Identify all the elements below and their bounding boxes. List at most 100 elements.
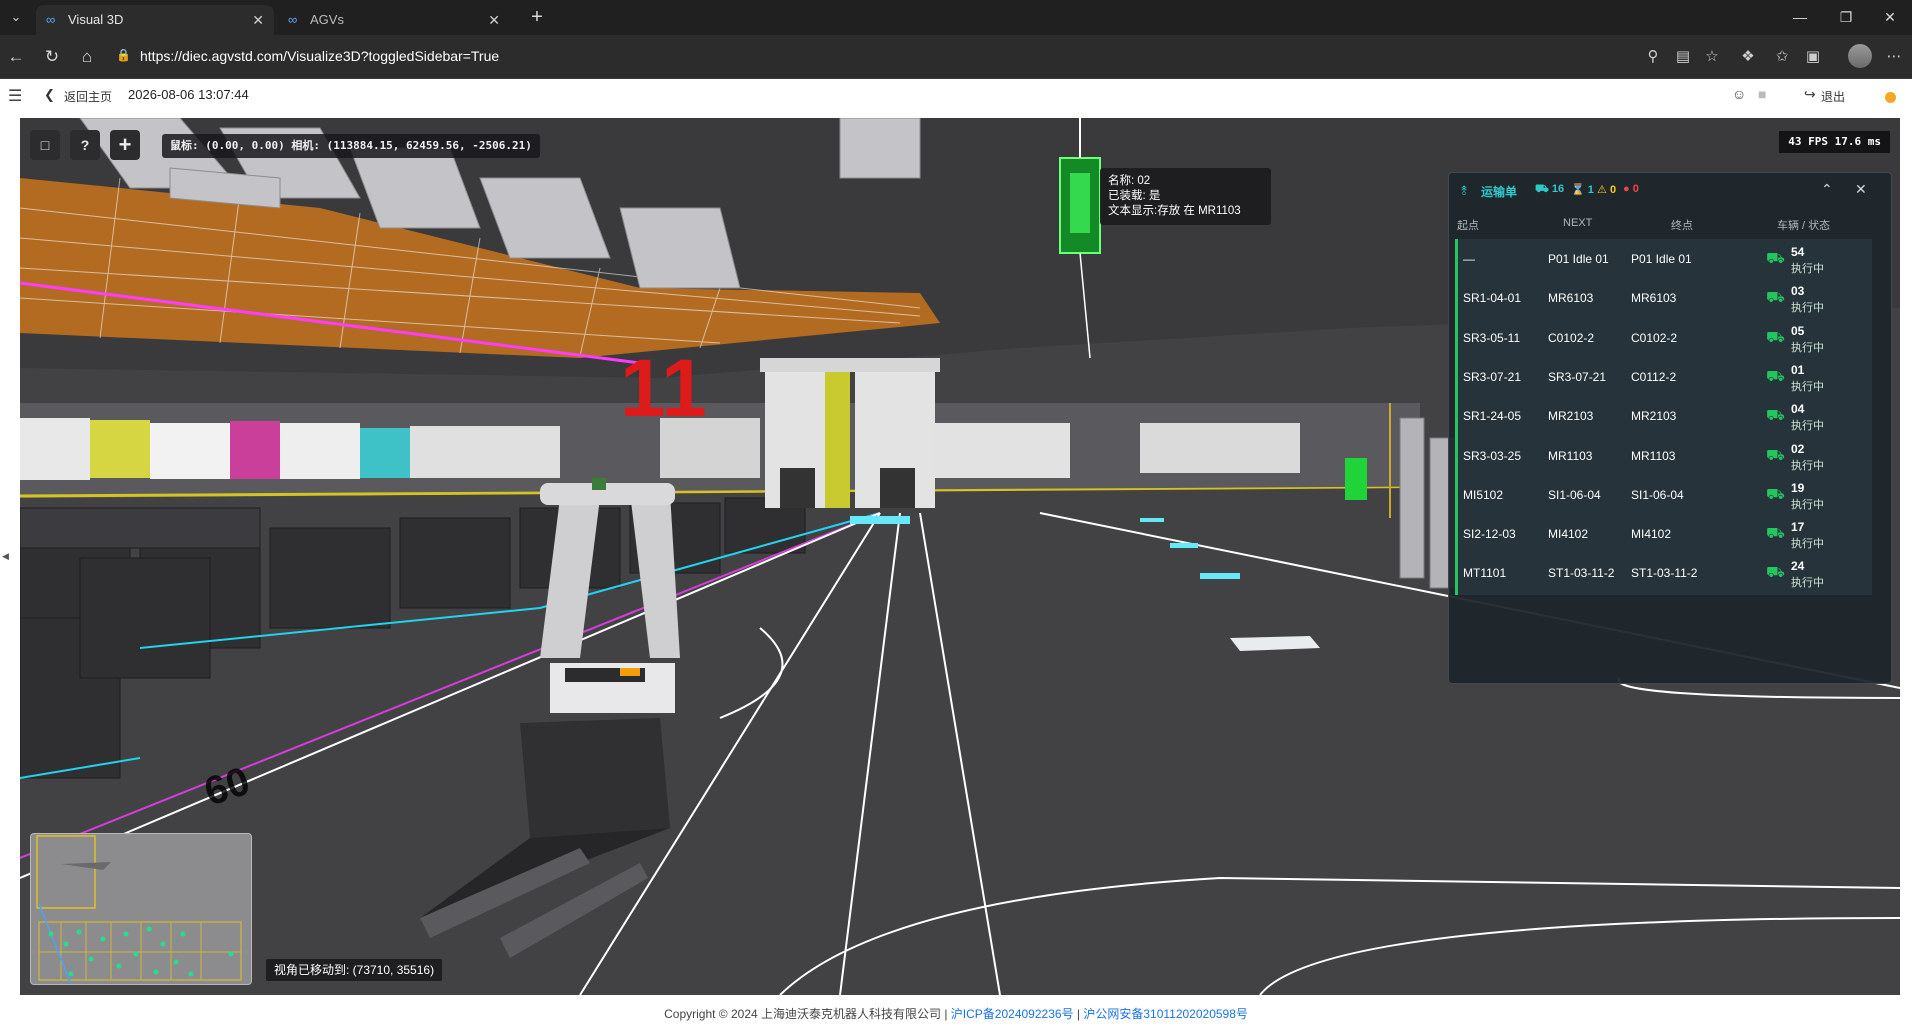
order-next: MR6103	[1548, 291, 1594, 306]
order-end: C0102-2	[1631, 330, 1678, 345]
minimap[interactable]	[30, 833, 252, 985]
order-row[interactable]: SI2-12-03 MI4102 MI4102 ⛟ 17 执行中	[1455, 514, 1872, 557]
url-text[interactable]: https://diec.agvstd.com/Visualize3D?togg…	[140, 41, 499, 72]
order-row[interactable]: SR3-05-11 C0102-2 C0102-2 ⛟ 05 执行中	[1455, 317, 1872, 360]
sidebar-toggle-icon[interactable]: ◀	[2, 551, 9, 562]
tab-menu-icon[interactable]: ⌄	[4, 6, 28, 28]
order-vehicle-id: 04	[1791, 402, 1805, 417]
star-icon[interactable]: ☆	[1700, 45, 1724, 69]
monitor-icon[interactable]: ■	[1758, 86, 1766, 102]
tab-visual-3d[interactable]: ∞ Visual 3D ✕	[36, 5, 274, 35]
help-button[interactable]: ?	[70, 130, 100, 160]
plus-icon[interactable]: +	[110, 130, 140, 160]
order-row[interactable]: MI5102 SI1-06-04 SI1-06-04 ⛟ 19 执行中	[1455, 474, 1872, 517]
car-icon: ⛟	[1766, 525, 1785, 543]
url-field[interactable]: 🔒 https://diec.agvstd.com/Visualize3D?to…	[108, 41, 1648, 72]
order-next: MI4102	[1548, 527, 1589, 542]
order-row[interactable]: — P01 Idle 01 P01 Idle 01 ⛟ 54 执行中	[1455, 239, 1872, 281]
warning-icon: ⚠	[1597, 184, 1607, 196]
collapse-icon[interactable]: ⌃	[1821, 181, 1833, 198]
copyright-text: Copyright © 2024 上海迪沃泰克机器人科技有限公司 |	[664, 1007, 951, 1021]
order-end: MR6103	[1631, 291, 1677, 306]
close-window-icon[interactable]: ✕	[1870, 6, 1910, 28]
order-row[interactable]: MT1101 ST1-03-11-2 ST1-03-11-2 ⛟ 24 执行中	[1455, 553, 1872, 596]
close-icon[interactable]: ✕	[1855, 181, 1867, 198]
cursor-camera-coords: 鼠标: (0.00, 0.00) 相机: (113884.15, 62459.5…	[162, 134, 540, 158]
hamburger-icon[interactable]: ☰	[8, 86, 22, 106]
close-icon[interactable]: ✕	[252, 5, 264, 35]
tab-title: Visual 3D	[68, 12, 124, 27]
logout-icon[interactable]: ↪	[1804, 86, 1816, 103]
tooltip-text: 文本显示:存放 在 MR1103	[1108, 205, 1241, 217]
order-status: 执行中	[1791, 341, 1824, 354]
error-count: 0	[1632, 183, 1639, 195]
minimize-icon[interactable]: —	[1780, 6, 1820, 28]
car-icon: ⛟	[1766, 446, 1785, 464]
waiting-count: 1	[1587, 184, 1594, 196]
order-next: MR1103	[1548, 448, 1593, 463]
col-vehicle-status: 车辆 / 状态	[1777, 220, 1831, 232]
order-status: 执行中	[1791, 380, 1824, 393]
order-vehicle-id: 03	[1791, 284, 1805, 299]
route-icon: ⥉	[1461, 183, 1468, 198]
waiting-count-badge: ⌛ 1	[1571, 183, 1594, 196]
car-icon: ⛟	[1766, 564, 1785, 582]
tooltip-name: 名称: 02	[1108, 175, 1151, 187]
address-bar: ← ↻ ⌂ 🔒 https://diec.agvstd.com/Visualiz…	[0, 35, 1912, 79]
car-icon: ⛟	[1766, 485, 1785, 503]
refresh-icon[interactable]: ↻	[40, 45, 64, 69]
restore-icon[interactable]: ❐	[1826, 6, 1866, 28]
order-start: SR3-05-11	[1463, 330, 1521, 345]
user-icon[interactable]: ☺	[1732, 86, 1746, 102]
collections-icon[interactable]: ▣	[1801, 45, 1825, 69]
order-row[interactable]: SR3-07-21 SR3-07-21 C0112-2 ⛟ 01 执行中	[1455, 356, 1872, 399]
favorites-icon[interactable]: ✩	[1770, 45, 1794, 69]
browser-tab-bar: ⌄ ∞ Visual 3D ✕ ∞ AGVs ✕ + — ❐ ✕	[0, 0, 1912, 35]
home-icon[interactable]: ⌂	[75, 45, 99, 69]
order-end: SI1-06-04	[1631, 487, 1684, 502]
select-mode-button[interactable]: □	[30, 130, 60, 160]
order-status: 执行中	[1791, 459, 1824, 472]
order-next: SI1-06-04	[1548, 487, 1601, 502]
order-vehicle-id: 05	[1791, 323, 1805, 338]
order-end: MI4102	[1631, 527, 1672, 542]
order-start: MI5102	[1463, 487, 1504, 502]
order-row[interactable]: SR3-03-25 MR1103 MR1103 ⛟ 02 执行中	[1455, 435, 1872, 478]
back-chevron-icon[interactable]: ❮	[44, 87, 55, 103]
fps-counter: 43 FPS 17.6 ms	[1779, 131, 1890, 153]
more-icon[interactable]: ⋯	[1882, 45, 1906, 69]
order-start: SR3-07-21	[1463, 369, 1522, 384]
order-start: MT1101	[1463, 566, 1507, 581]
lock-icon[interactable]: 🔒	[116, 48, 131, 62]
back-home-link[interactable]: 返回主页	[64, 88, 112, 105]
tab-agvs[interactable]: ∞ AGVs ✕	[278, 5, 510, 35]
panel-title: 运输单	[1481, 185, 1518, 199]
tooltip-loaded: 已装载: 是	[1108, 190, 1161, 202]
order-next: ST1-03-11-2	[1548, 566, 1615, 581]
order-status: 执行中	[1791, 538, 1824, 551]
order-status: 执行中	[1791, 498, 1824, 511]
page-footer: Copyright © 2024 上海迪沃泰克机器人科技有限公司 | 沪ICP备…	[0, 1004, 1912, 1024]
order-start: SR3-03-25	[1463, 448, 1522, 463]
plus-icon[interactable]: +	[524, 5, 550, 31]
back-arrow-icon[interactable]: ←	[4, 45, 28, 69]
police-record-link[interactable]: 沪公网安备31011202020598号	[1083, 1007, 1248, 1021]
order-status: 执行中	[1791, 577, 1824, 590]
logout-link[interactable]: 退出	[1821, 88, 1845, 105]
order-row[interactable]: SR1-24-05 MR2103 MR2103 ⛟ 04 执行中	[1455, 396, 1872, 439]
transport-orders-panel: ⥉ 运输单 ⛟ 16 ⌛ 1 ⚠ 0 ● 0 ⌃ ✕ 起点 NEXT 终点 车辆…	[1448, 172, 1892, 684]
footer-separator: |	[1073, 1007, 1084, 1021]
close-icon[interactable]: ✕	[488, 5, 500, 35]
profile-avatar[interactable]	[1848, 44, 1872, 68]
3d-viewport[interactable]: 11 60 □ ? + 鼠标: (0.00, 0.00) 相机: (113884…	[20, 118, 1900, 995]
order-start: —	[1463, 252, 1475, 266]
order-row[interactable]: SR1-04-01 MR6103 MR6103 ⛟ 03 执行中	[1455, 278, 1872, 321]
warning-count-badge: ⚠ 0	[1597, 183, 1616, 196]
icp-link[interactable]: 沪ICP备2024092236号	[951, 1007, 1074, 1021]
view-moved-hint: 视角已移动到: (73710, 35516)	[266, 959, 443, 981]
reader-icon[interactable]: ▤	[1671, 45, 1695, 69]
extensions-icon[interactable]: ❖	[1736, 45, 1760, 69]
order-status: 执行中	[1791, 302, 1824, 315]
panel-header: ⥉ 运输单 ⛟ 16 ⌛ 1 ⚠ 0 ● 0 ⌃ ✕	[1449, 173, 1891, 209]
key-icon[interactable]: ⚲	[1641, 45, 1665, 69]
